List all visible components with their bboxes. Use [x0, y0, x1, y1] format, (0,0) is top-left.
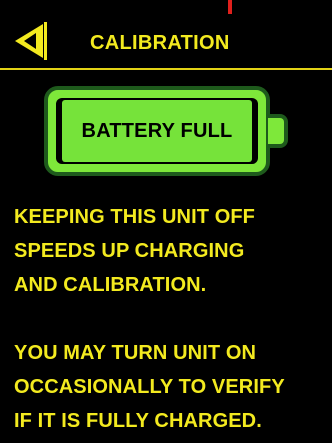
battery-body: BATTERY FULL — [44, 86, 270, 176]
header-divider — [0, 68, 332, 70]
verify-charge-message: YOU MAY TURN UNIT ON OCCASIONALLY TO VER… — [14, 336, 330, 438]
battery-fill: BATTERY FULL — [62, 100, 252, 162]
message-line: AND CALIBRATION. — [14, 274, 207, 296]
battery-status-label: BATTERY FULL — [81, 119, 233, 142]
battery-terminal — [268, 114, 288, 148]
top-marker — [228, 0, 232, 14]
charging-info-message: KEEPING THIS UNIT OFF SPEEDS UP CHARGING… — [14, 200, 330, 302]
page-title: CALIBRATION — [90, 32, 230, 54]
message-line: SPEEDS UP CHARGING — [14, 240, 245, 262]
header-bar: CALIBRATION — [0, 14, 332, 70]
message-line: IF IT IS FULLY CHARGED. — [14, 410, 262, 432]
battery-full-icon: BATTERY FULL — [44, 86, 288, 176]
message-line: YOU MAY TURN UNIT ON — [14, 342, 257, 364]
back-triangle-icon — [11, 21, 47, 61]
message-line: KEEPING THIS UNIT OFF — [14, 206, 255, 228]
back-button[interactable] — [10, 20, 48, 62]
message-line: OCCASIONALLY TO VERIFY — [14, 376, 285, 398]
